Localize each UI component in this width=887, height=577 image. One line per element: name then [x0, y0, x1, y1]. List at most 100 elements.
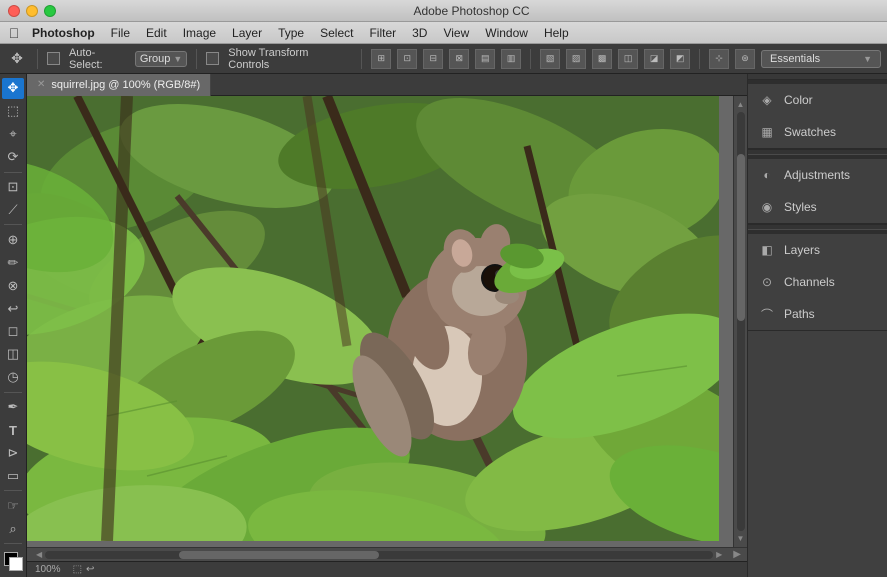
- menu-image[interactable]: Image: [175, 22, 224, 44]
- brush-tool[interactable]: ✏: [2, 252, 24, 273]
- auto-blend[interactable]: ⊛: [735, 49, 755, 69]
- crop-tool[interactable]: ⊡: [2, 177, 24, 198]
- dodge-tool[interactable]: ◷: [2, 367, 24, 388]
- clone-tool[interactable]: ⊗: [2, 275, 24, 296]
- status-icon1[interactable]: ⬚: [73, 564, 82, 575]
- apple-menu[interactable]: : [4, 25, 24, 41]
- scroll-down-arrow[interactable]: ▼: [734, 534, 747, 543]
- type-tool[interactable]: T: [2, 420, 24, 441]
- group-dropdown[interactable]: Group ▼: [135, 51, 188, 67]
- canvas-tab[interactable]: ✕ squirrel.jpg @ 100% (RGB/8#): [27, 74, 211, 96]
- menu-view[interactable]: View: [435, 22, 477, 44]
- vscroll-thumb[interactable]: [737, 154, 745, 322]
- move-tool[interactable]: ✥: [2, 78, 24, 99]
- align-center-h[interactable]: ⊡: [397, 49, 417, 69]
- essentials-dropdown[interactable]: Essentials ▼: [761, 50, 881, 68]
- vertical-scrollbar[interactable]: ▲ ▼: [733, 96, 747, 547]
- panel-item-styles[interactable]: ◉ Styles: [748, 191, 887, 223]
- align-right[interactable]: ⊟: [423, 49, 443, 69]
- menu-window[interactable]: Window: [477, 22, 536, 44]
- close-button[interactable]: [8, 5, 20, 17]
- eraser-tool[interactable]: ◻: [2, 321, 24, 342]
- tab-close-btn[interactable]: ✕: [37, 79, 45, 90]
- maximize-button[interactable]: [44, 5, 56, 17]
- tool-sep1: [4, 172, 22, 173]
- auto-select-label: Auto-Select:: [69, 47, 129, 71]
- panel-item-adjustments[interactable]: ◐ Adjustments: [748, 159, 887, 191]
- menu-layer[interactable]: Layer: [224, 22, 270, 44]
- canvas-area: ✕ squirrel.jpg @ 100% (RGB/8#): [27, 74, 747, 577]
- menu-filter[interactable]: Filter: [361, 22, 404, 44]
- canvas-scroll-area: ▲ ▼: [27, 96, 747, 547]
- scroll-up-arrow[interactable]: ▲: [734, 100, 747, 109]
- vscroll-track: [737, 112, 745, 531]
- menu-3d[interactable]: 3D: [404, 22, 435, 44]
- zoom-tool[interactable]: ⌕: [2, 518, 24, 539]
- panel-item-color[interactable]: ◈ Color: [748, 84, 887, 116]
- status-icons: ⬚ ↩: [73, 564, 95, 575]
- align-top[interactable]: ⊠: [449, 49, 469, 69]
- sep2: [196, 49, 197, 69]
- traffic-lights: [8, 5, 56, 17]
- distribute1[interactable]: ▧: [540, 49, 560, 69]
- status-icon2[interactable]: ↩: [86, 564, 94, 575]
- pen-tool[interactable]: ✒: [2, 397, 24, 418]
- color-label: Color: [784, 93, 813, 107]
- panel-item-channels[interactable]: ⊙ Channels: [748, 266, 887, 298]
- distribute2[interactable]: ▨: [566, 49, 586, 69]
- path-select-tool[interactable]: ⊳: [2, 442, 24, 463]
- panel-item-layers[interactable]: ◧ Layers: [748, 234, 887, 266]
- menubar:  Photoshop File Edit Image Layer Type S…: [0, 22, 887, 44]
- transform-checkbox[interactable]: [206, 52, 219, 65]
- shape-tool[interactable]: ▭: [2, 465, 24, 486]
- history-brush[interactable]: ↩: [2, 298, 24, 319]
- healing-tool[interactable]: ⊕: [2, 229, 24, 250]
- tool-sep4: [4, 490, 22, 491]
- window-title: Adobe Photoshop CC: [64, 4, 879, 18]
- distribute4[interactable]: ◫: [618, 49, 638, 69]
- sep1: [37, 49, 38, 69]
- align-bottom[interactable]: ▥: [501, 49, 521, 69]
- scroll-nav-btn[interactable]: ▶: [733, 549, 741, 560]
- quick-select-tool[interactable]: ⟳: [2, 147, 24, 168]
- minimize-button[interactable]: [26, 5, 38, 17]
- layers-icon: ◧: [758, 241, 776, 259]
- swatches-icon: ▦: [758, 123, 776, 141]
- eyedropper-tool[interactable]: ⟋: [2, 199, 24, 220]
- menu-file[interactable]: File: [103, 22, 138, 44]
- distribute5[interactable]: ◪: [644, 49, 664, 69]
- distribute3[interactable]: ▩: [592, 49, 612, 69]
- lasso-tool[interactable]: ⌖: [2, 124, 24, 145]
- color-icon: ◈: [758, 91, 776, 109]
- auto-align[interactable]: ⊹: [709, 49, 729, 69]
- essentials-label: Essentials: [770, 53, 820, 65]
- align-left[interactable]: ⊞: [371, 49, 391, 69]
- canvas-svg: [27, 96, 719, 541]
- color-picker[interactable]: [2, 550, 24, 571]
- transform-label: Show Transform Controls: [228, 47, 352, 71]
- menu-help[interactable]: Help: [536, 22, 577, 44]
- move-options-icon: ✥: [6, 48, 28, 70]
- styles-label: Styles: [784, 200, 817, 214]
- distribute6[interactable]: ◩: [670, 49, 690, 69]
- scroll-left-arrow[interactable]: ◀: [33, 550, 45, 559]
- scroll-right-arrow[interactable]: ▶: [713, 550, 725, 559]
- panel-item-swatches[interactable]: ▦ Swatches: [748, 116, 887, 148]
- align-center-v[interactable]: ▤: [475, 49, 495, 69]
- menu-edit[interactable]: Edit: [138, 22, 175, 44]
- left-toolbar: ✥ ⬚ ⌖ ⟳ ⊡ ⟋ ⊕ ✏ ⊗ ↩ ◻ ◫ ◷ ✒ T ⊳ ▭ ☞ ⌕: [0, 74, 27, 577]
- gradient-tool[interactable]: ◫: [2, 344, 24, 365]
- panel-item-paths[interactable]: ⌒ Paths: [748, 298, 887, 330]
- menu-photoshop[interactable]: Photoshop: [24, 22, 103, 44]
- zoom-level: 100%: [35, 564, 61, 575]
- hand-tool[interactable]: ☞: [2, 495, 24, 516]
- menu-select[interactable]: Select: [312, 22, 361, 44]
- horizontal-scrollbar[interactable]: ◀ ▶ ▶: [27, 547, 747, 561]
- marquee-tool[interactable]: ⬚: [2, 101, 24, 122]
- adjustments-label: Adjustments: [784, 168, 850, 182]
- panel-group-layers: ◧ Layers ⊙ Channels ⌒ Paths: [748, 230, 887, 331]
- hscroll-thumb[interactable]: [179, 551, 379, 559]
- tool-sep3: [4, 392, 22, 393]
- menu-type[interactable]: Type: [270, 22, 312, 44]
- auto-select-checkbox[interactable]: [47, 52, 60, 65]
